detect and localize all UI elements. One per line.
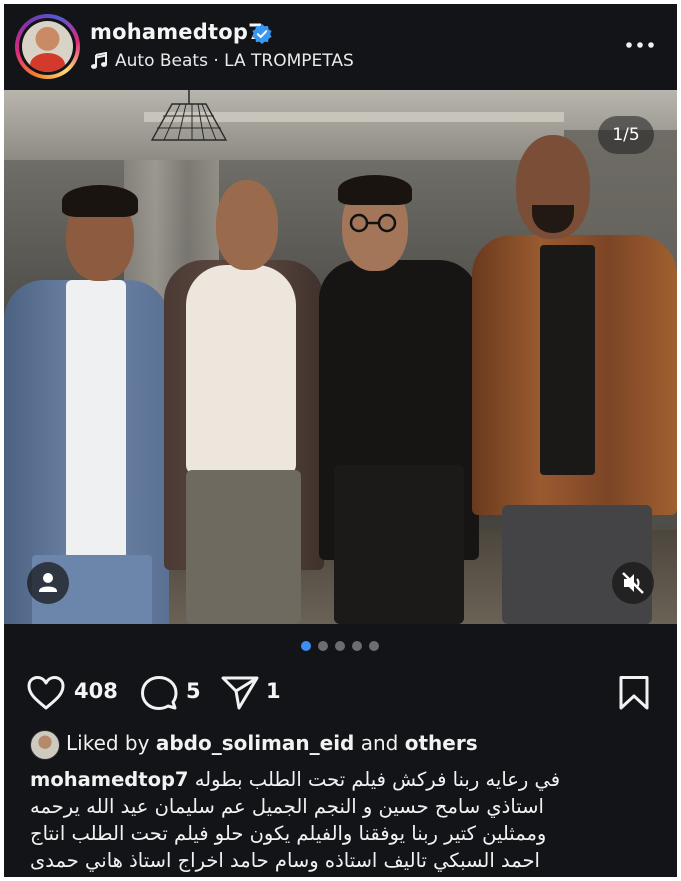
carousel-dot — [352, 641, 362, 651]
caption-username[interactable]: mohamedtop7 — [30, 768, 189, 791]
verified-badge-icon — [252, 24, 272, 44]
liker-avatar[interactable] — [30, 730, 60, 760]
caption-text-1: في رعايه ربنا فركش فيلم تحت الطلب بطوله — [194, 768, 561, 791]
comment-count[interactable]: 5 — [186, 679, 201, 703]
avatar[interactable] — [15, 14, 80, 79]
heart-icon[interactable] — [26, 675, 66, 711]
audio-track-label[interactable]: Auto Beats · LA TROMPETAS — [115, 51, 354, 71]
action-bar: 408 5 1 — [4, 667, 677, 717]
carousel-dot — [318, 641, 328, 651]
photo-person-3 — [314, 175, 484, 624]
avatar-border — [19, 18, 76, 75]
photo-person-2 — [164, 180, 329, 624]
photo-person-4 — [472, 135, 677, 624]
post-caption: mohamedtop7 في رعايه ربنا فركش فيلم تحت … — [30, 766, 610, 874]
carousel-dot — [335, 641, 345, 651]
carousel-dot — [301, 641, 311, 651]
liked-by-middle: and — [360, 731, 399, 755]
avatar-image — [22, 21, 73, 72]
caption-text-2: استاذي سامح حسين و النجم الجميل عم سليما… — [30, 795, 544, 818]
carousel-indicator — [301, 641, 379, 651]
post-header: mohamedtop7 Auto Beats · LA TROMPETAS — [4, 4, 677, 90]
caption-line-1: mohamedtop7 في رعايه ربنا فركش فيلم تحت … — [30, 766, 610, 793]
person-tag-icon — [39, 573, 57, 592]
liked-by-text[interactable]: Liked by abdo_soliman_eid and others — [66, 731, 478, 755]
more-options-icon[interactable] — [624, 38, 656, 52]
liked-by-others[interactable]: others — [405, 731, 478, 755]
post-photo[interactable]: 1/5 — [4, 90, 677, 624]
music-note-icon — [91, 52, 107, 69]
photo-lamp — [150, 90, 228, 141]
share-icon[interactable] — [220, 675, 260, 711]
caption-text-3: وممثلين كتير ربنا يوفقنا والفيلم يكون حل… — [30, 822, 547, 845]
like-count[interactable]: 408 — [74, 679, 118, 703]
photo-person-1 — [4, 185, 179, 624]
share-count[interactable]: 1 — [266, 679, 281, 703]
avatar-shirt — [30, 53, 65, 72]
liker-username[interactable]: abdo_soliman_eid — [156, 731, 355, 755]
speaker-muted-icon — [622, 572, 644, 594]
post-card: mohamedtop7 Auto Beats · LA TROMPETAS 1/… — [4, 4, 677, 877]
caption-text-4: احمد السبكي تاليف استاذه وسام حامد اخراج… — [30, 849, 540, 872]
carousel-counter: 1/5 — [598, 116, 654, 154]
mute-toggle-button[interactable] — [612, 562, 654, 604]
liked-by-prefix: Liked by — [66, 731, 150, 755]
bookmark-icon[interactable] — [618, 675, 650, 711]
tagged-people-button[interactable] — [27, 562, 69, 604]
comment-icon[interactable] — [140, 675, 178, 711]
carousel-dot — [369, 641, 379, 651]
username[interactable]: mohamedtop7 — [90, 20, 263, 44]
